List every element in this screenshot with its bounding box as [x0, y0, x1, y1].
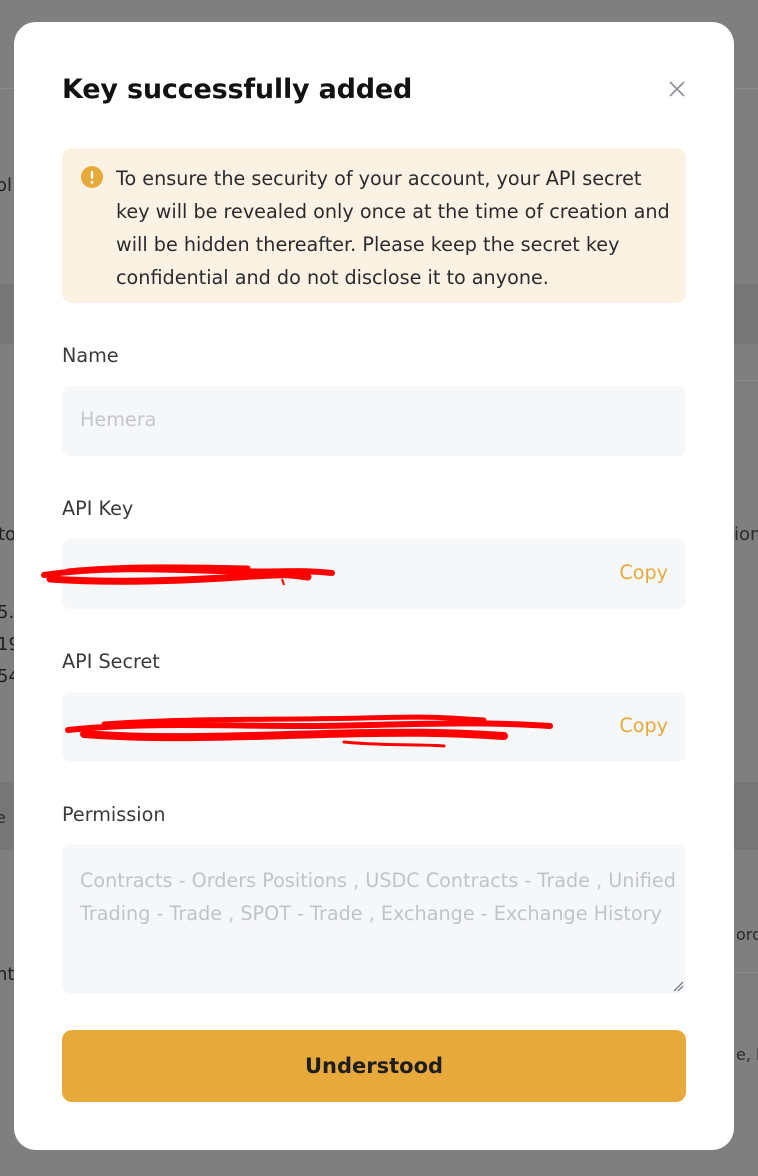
name-field[interactable]: Hemera — [62, 386, 686, 456]
security-notice: To ensure the security of your account, … — [62, 148, 686, 303]
api-key-dialog: Key successfully added To ensure the sec… — [14, 22, 734, 1150]
bg-divider — [734, 972, 758, 973]
bg-text: orde — [736, 925, 758, 944]
bg-text: 5. — [0, 602, 15, 623]
api-secret-field[interactable]: Copy — [62, 692, 686, 762]
resize-handle-icon[interactable] — [672, 980, 684, 992]
notice-text: To ensure the security of your account, … — [116, 167, 670, 289]
api-key-label: API Key — [62, 497, 134, 520]
permission-value: Contracts - Orders Positions , USDC Cont… — [80, 869, 676, 925]
copy-api-key-button[interactable]: Copy — [619, 561, 668, 584]
redaction-mark — [41, 564, 335, 586]
bg-text: ion — [734, 524, 758, 545]
permission-textarea[interactable]: Contracts - Orders Positions , USDC Cont… — [62, 844, 686, 994]
bg-divider — [0, 88, 14, 89]
close-icon[interactable] — [666, 78, 688, 100]
redaction-mark — [65, 714, 553, 748]
bg-divider — [734, 380, 758, 381]
understood-button[interactable]: Understood — [62, 1030, 686, 1102]
bg-band — [0, 284, 14, 344]
copy-api-secret-button[interactable]: Copy — [619, 714, 668, 737]
api-secret-label: API Secret — [62, 650, 160, 673]
dialog-title: Key successfully added — [62, 74, 413, 105]
bg-text: ol — [0, 175, 13, 196]
bg-divider — [734, 88, 758, 89]
warning-icon — [81, 166, 103, 188]
bg-band — [734, 284, 758, 344]
bg-band — [734, 782, 758, 850]
api-key-field[interactable]: Copy — [41, 539, 686, 609]
bg-text: e — [0, 808, 6, 827]
name-placeholder: Hemera — [80, 408, 157, 431]
bg-text: e, le — [736, 1045, 758, 1064]
permission-label: Permission — [62, 803, 166, 826]
name-label: Name — [62, 344, 119, 367]
